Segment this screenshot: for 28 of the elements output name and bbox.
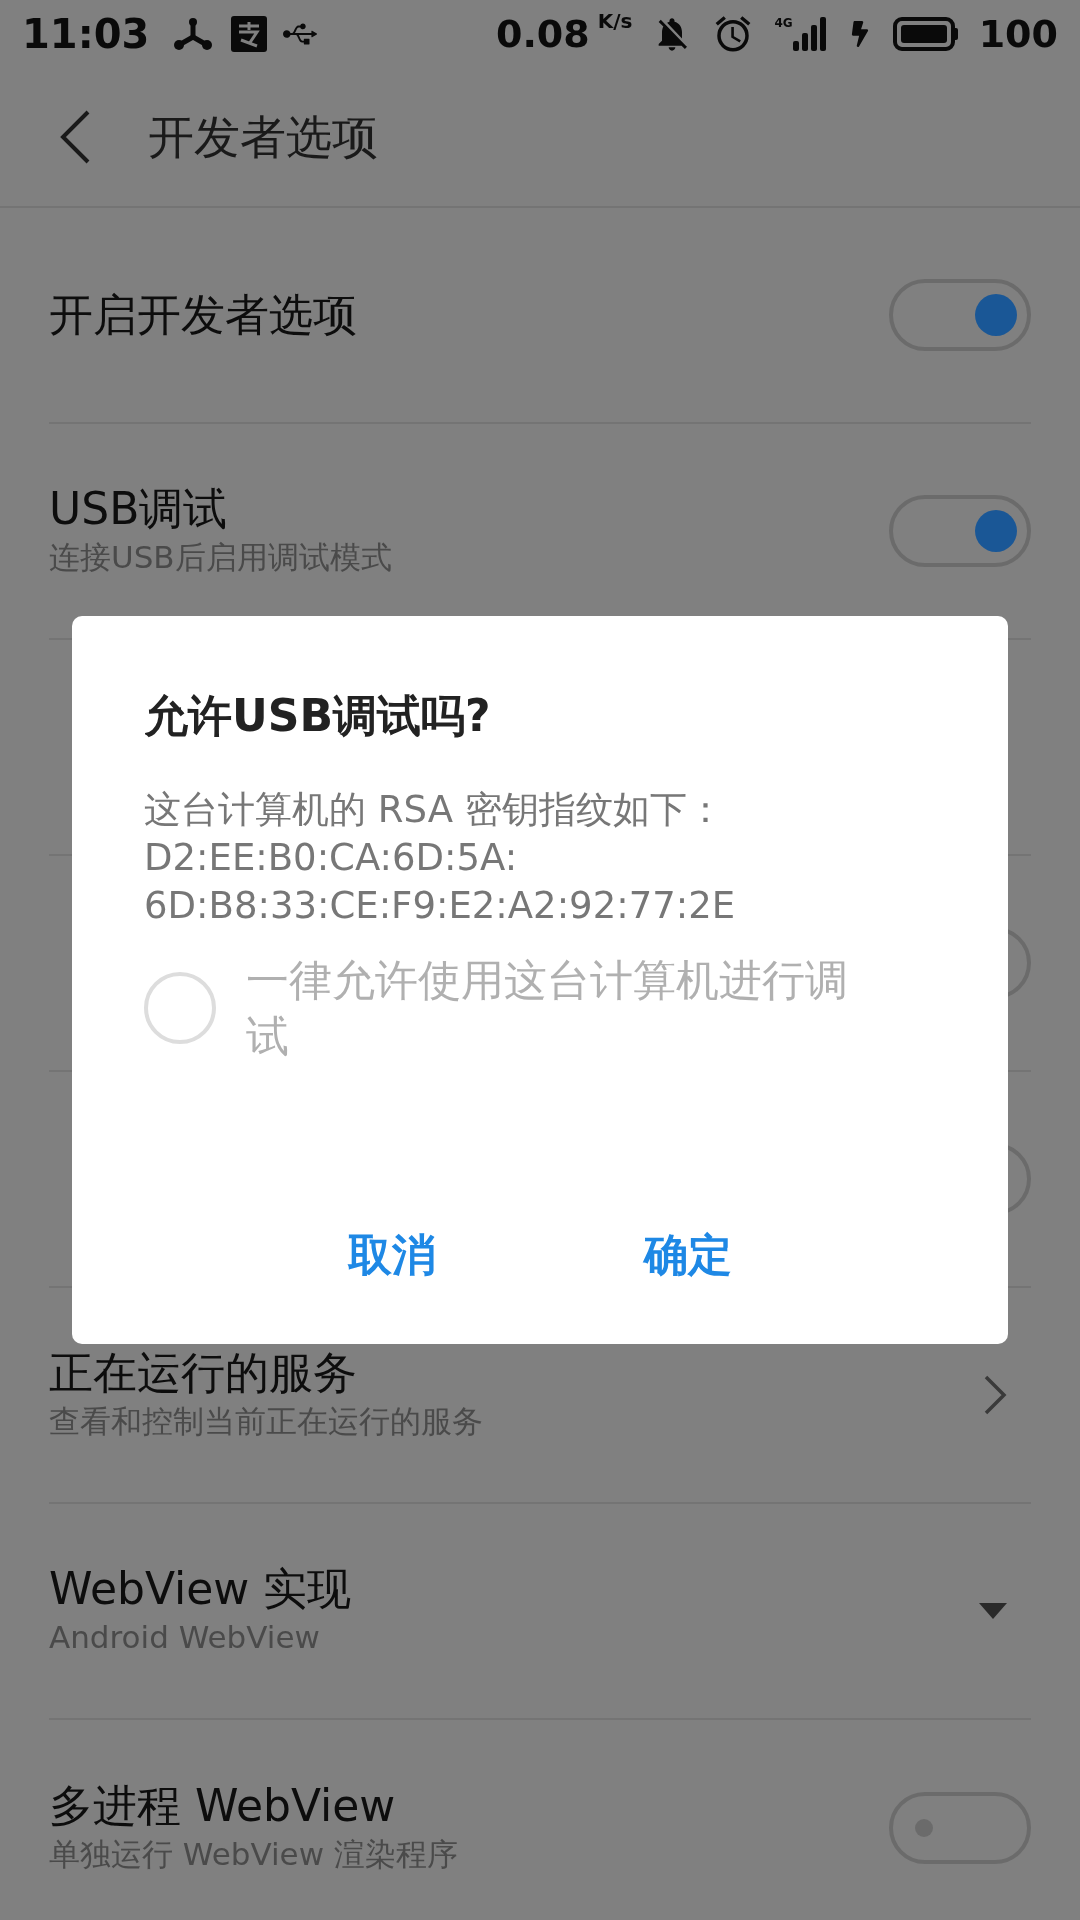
dialog-message: 这台计算机的 RSA 密钥指纹如下： — [144, 787, 725, 833]
network-type: 4G — [774, 17, 793, 29]
dialog-button[interactable]: 取消 — [324, 1202, 460, 1308]
setting-title: WebView 实现 — [49, 1563, 353, 1615]
speed-unit: K/s — [597, 7, 633, 35]
dialog-message: 6D:B8:33:CE:F9:E2:A2:92:77:2E — [144, 883, 737, 929]
setting-title: 开启开发者选项 — [49, 289, 358, 341]
setting-title: USB调试 — [49, 483, 229, 535]
checkbox[interactable] — [144, 972, 216, 1044]
network-speed: 0.08 — [496, 10, 590, 58]
dialog-button[interactable]: 确定 — [620, 1202, 756, 1308]
dialog-title: 允许USB调试吗? — [144, 689, 492, 743]
share-nodes-icon — [173, 17, 214, 51]
toggle-switch[interactable] — [889, 279, 1031, 351]
page-title: 开发者选项 — [148, 108, 378, 166]
chevron-right-icon — [983, 1374, 1007, 1416]
dropdown-triangle-icon — [979, 1603, 1007, 1619]
battery-icon — [892, 17, 959, 51]
payment-app-icon — [231, 16, 268, 52]
toggle-switch[interactable] — [889, 495, 1031, 567]
setting-title: 多进程 WebView — [49, 1780, 397, 1832]
setting-title: 正在运行的服务 — [49, 1347, 358, 1399]
battery-level: 100 — [978, 10, 1058, 58]
checkbox-label: 一律允许使用这台计算机进行调试 — [246, 954, 849, 1063]
clock: 11:03 — [22, 10, 150, 59]
back-icon — [58, 109, 92, 165]
dialog-message: D2:EE:B0:CA:6D:5A: — [144, 835, 519, 881]
signal-icon — [792, 17, 827, 51]
